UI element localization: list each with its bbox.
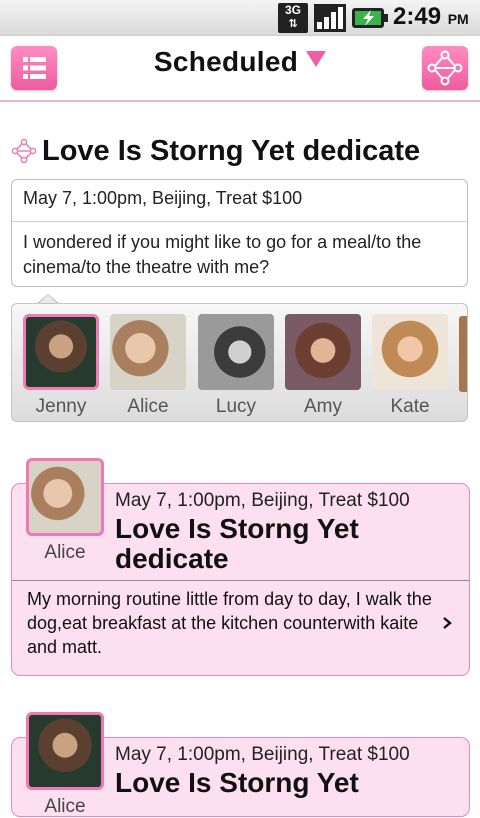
person-name: Jenny: [35, 396, 87, 417]
featured-title: Love Is Storng Yet dedicate: [42, 134, 421, 167]
featured-heading: Love Is Storng Yet dedicate: [10, 133, 420, 169]
network-3g-icon: 3G ⇅: [278, 3, 308, 33]
avatar: [198, 314, 274, 390]
event-card[interactable]: Alice May 7, 1:00pm, Beijing, Treat $100…: [11, 712, 470, 817]
person-partial: [459, 316, 467, 392]
event-details-card: May 7, 1:00pm, Beijing, Treat $100 I won…: [11, 179, 468, 287]
person-amy[interactable]: Amy: [284, 314, 362, 418]
divider: [12, 580, 469, 581]
title-dropdown[interactable]: Scheduled: [0, 46, 480, 78]
chevron-right-icon: [443, 617, 452, 629]
event-person: Alice: [44, 542, 86, 563]
app-header: Scheduled: [0, 36, 480, 102]
avatar: [110, 314, 186, 390]
event-person: Alice: [44, 796, 86, 817]
avatar: [372, 314, 448, 390]
clock-time: 2:49: [393, 3, 442, 30]
signal-icon: [314, 4, 346, 32]
caret-down-icon: [306, 51, 327, 67]
clock-ampm: PM: [447, 11, 469, 27]
person-lucy[interactable]: Lucy: [197, 314, 275, 418]
battery-charging-icon: [352, 8, 388, 28]
event-meta: May 7, 1:00pm, Beijing, Treat $100: [115, 490, 410, 511]
share-nodes-icon: [427, 50, 463, 86]
share-button[interactable]: [422, 46, 468, 90]
event-meta: May 7, 1:00pm, Beijing, Treat $100: [115, 744, 410, 765]
event-body: My morning routine little from day to da…: [27, 589, 432, 657]
person-kate[interactable]: Kate: [371, 314, 449, 418]
page-title: Scheduled: [153, 46, 299, 77]
avatar: [23, 314, 99, 390]
person-name: Lucy: [215, 396, 257, 417]
clock: 2:49 PM: [393, 3, 469, 31]
person-jenny[interactable]: Jenny: [22, 314, 100, 418]
person-name: Amy: [304, 396, 342, 417]
network-type: 3G: [284, 3, 301, 17]
people-picker[interactable]: Jenny Alice Lucy Amy Kate: [11, 303, 468, 422]
avatar: [26, 458, 104, 536]
person-name: Alice: [127, 396, 169, 417]
event-title: Love Is Storng Yet dedicate: [115, 513, 359, 574]
avatar: [285, 314, 361, 390]
event-title: Love Is Storng Yet: [115, 767, 359, 798]
share-nodes-icon: [11, 138, 37, 164]
avatar: [26, 712, 104, 790]
event-meta: May 7, 1:00pm, Beijing, Treat $100: [12, 180, 467, 222]
event-message: I wondered if you might like to go for a…: [23, 232, 422, 277]
person-alice[interactable]: Alice: [109, 314, 187, 418]
event-card[interactable]: Alice May 7, 1:00pm, Beijing, Treat $100…: [11, 458, 470, 676]
person-name: Kate: [390, 396, 430, 417]
status-bar: 3G ⇅ 2:49 PM: [0, 0, 480, 36]
